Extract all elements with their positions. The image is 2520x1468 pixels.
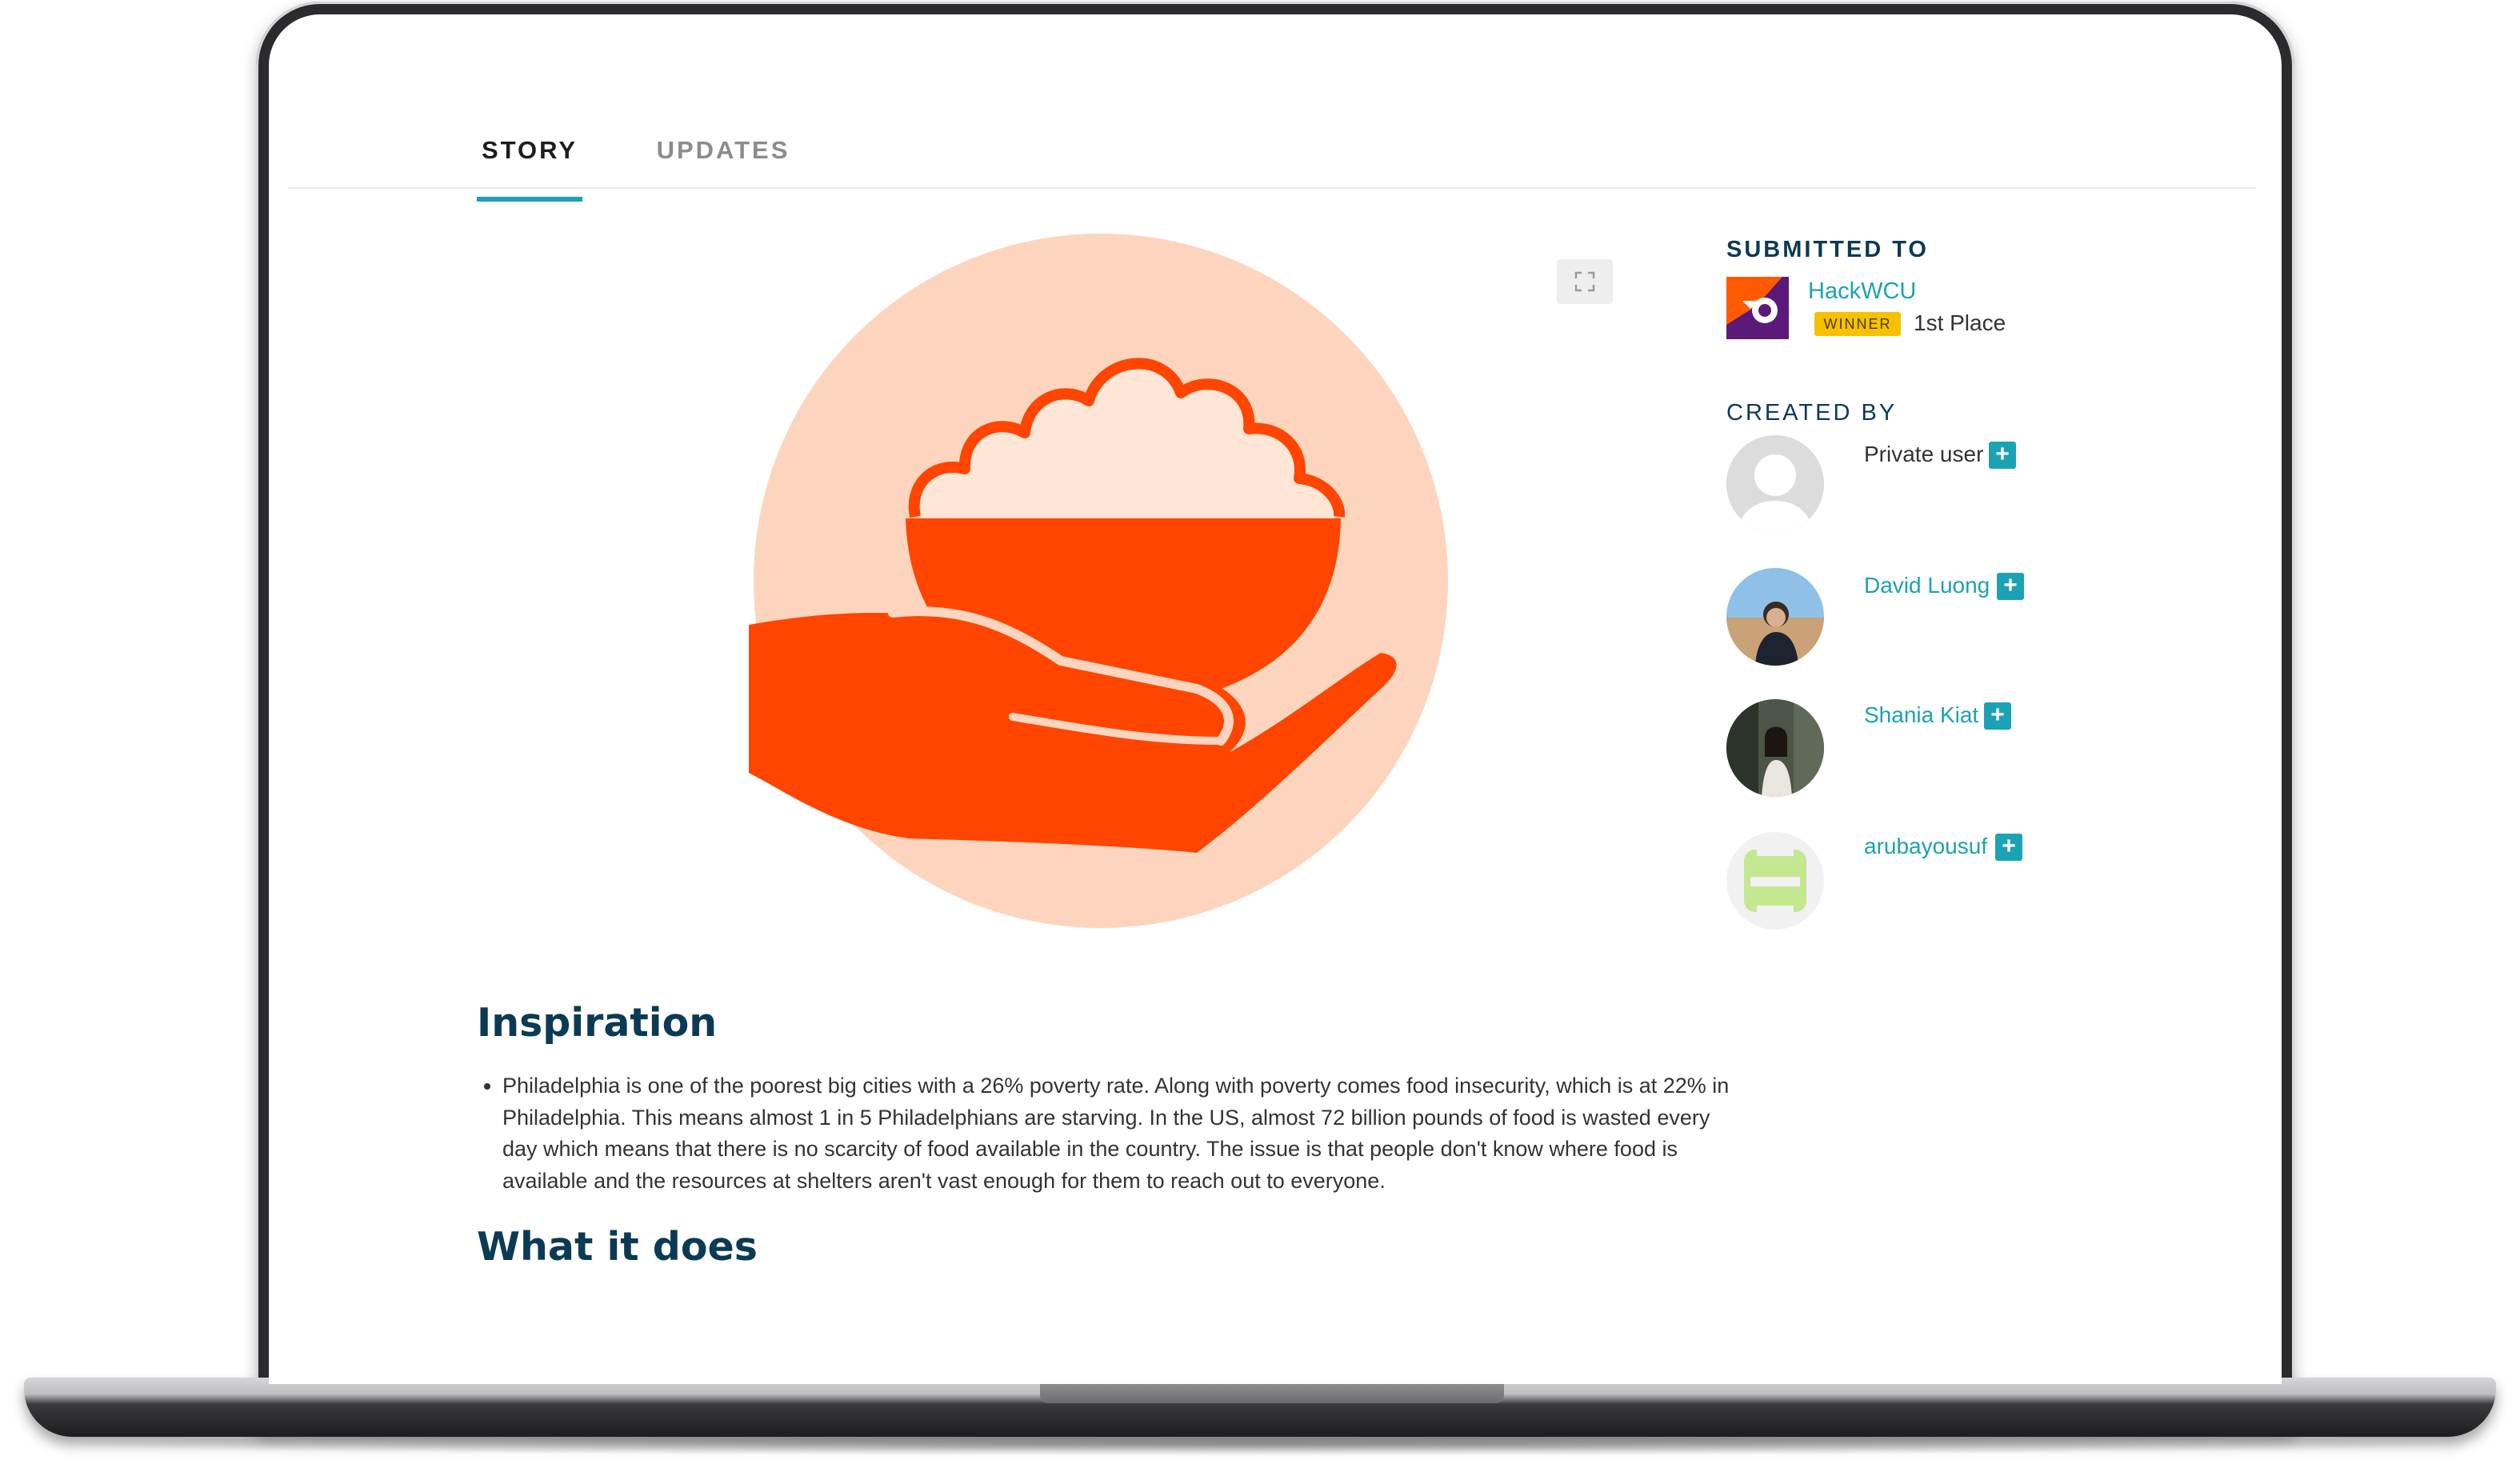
avatar[interactable] (1726, 699, 1824, 797)
default-user-icon (1726, 435, 1824, 533)
plus-icon[interactable]: + (1997, 573, 2024, 600)
winner-badge: WINNER (1814, 312, 1901, 336)
laptop-mockup: STORY UPDATES Inspiration Philadelphia i… (0, 0, 2520, 1468)
created-by-heading: CREATED BY (1726, 400, 1898, 426)
tab-updates[interactable]: UPDATES (653, 118, 794, 197)
what-it-does-heading: What it does (477, 1224, 758, 1270)
expand-icon (1574, 271, 1595, 292)
hackathon-logo-icon (1726, 277, 1789, 339)
laptop-screen: STORY UPDATES Inspiration Philadelphia i… (269, 14, 2282, 1384)
avatar[interactable] (1726, 832, 1824, 930)
user-photo-icon (1726, 568, 1824, 666)
tabs-divider (288, 187, 2256, 189)
avatar[interactable] (1726, 568, 1824, 666)
member-name[interactable]: arubayousuf (1864, 834, 1987, 859)
identicon-icon (1726, 832, 1824, 930)
plus-icon[interactable]: + (1989, 442, 2016, 469)
hackathon-link[interactable]: HackWCU (1808, 278, 1916, 305)
member-name[interactable]: David Luong (1864, 573, 1990, 598)
expand-image-button[interactable] (1557, 259, 1613, 304)
inspiration-list: Philadelphia is one of the poorest big c… (474, 1070, 1750, 1197)
prize-place: 1st Place (1914, 310, 2006, 335)
user-photo-icon (1726, 699, 1824, 797)
member-name: Private user (1864, 442, 1984, 466)
inspiration-item: Philadelphia is one of the poorest big c… (502, 1070, 1750, 1197)
hackathon-logo[interactable] (1726, 277, 1789, 339)
plus-icon[interactable]: + (1995, 834, 2022, 861)
member-name[interactable]: Shania Kiat (1864, 702, 1978, 728)
project-hero-image[interactable] (749, 229, 1453, 933)
avatar[interactable] (1726, 435, 1824, 533)
tab-story[interactable]: STORY (477, 118, 582, 202)
submitted-to-heading: SUBMITTED TO (1726, 237, 1929, 262)
plus-icon[interactable]: + (1984, 702, 2011, 730)
inspiration-heading: Inspiration (477, 1000, 718, 1046)
